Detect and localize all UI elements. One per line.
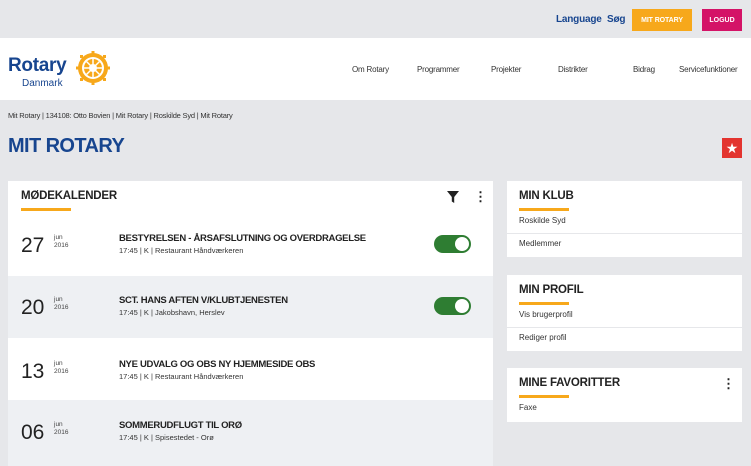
logo-name[interactable]: Rotary <box>8 55 67 77</box>
meeting-title[interactable]: SOMMERUDFLUGT TIL ORØ <box>119 420 242 431</box>
star-icon: ★ <box>725 139 739 156</box>
meeting-title[interactable]: NYE UDVALG OG OBS NY HJEMMESIDE OBS <box>119 359 315 370</box>
meeting-day: 13 <box>21 360 45 383</box>
meeting-title[interactable]: BESTYRELSEN - ÅRSAFSLUTNING OG OVERDRAGE… <box>119 233 366 244</box>
meeting-row[interactable]: 20 jun 2016 SCT. HANS AFTEN V/KLUBTJENES… <box>8 276 493 338</box>
edit-profile-link[interactable]: Rediger profil <box>519 333 567 342</box>
logo-subtitle: Danmark <box>22 78 63 89</box>
meeting-day: 06 <box>21 421 45 444</box>
min-profil-title: MIN PROFIL <box>519 284 584 296</box>
view-profile-link[interactable]: Vis brugerprofil <box>519 310 573 319</box>
nav-programmer[interactable]: Programmer <box>417 65 460 74</box>
logout-button[interactable]: LOGUD <box>702 9 742 31</box>
more-options-icon[interactable]: ⋮ <box>474 190 487 203</box>
meeting-month: jun <box>54 360 63 367</box>
meeting-year: 2016 <box>54 242 69 249</box>
mine-favoritter-card: MINE FAVORITTER ⋮ Faxe <box>507 368 742 422</box>
meeting-meta: 17:45 | K | Restaurant Håndværkeren <box>119 372 244 381</box>
meeting-year: 2016 <box>54 368 69 375</box>
title-underline <box>519 208 569 211</box>
divider <box>507 327 742 328</box>
attendance-toggle[interactable] <box>434 235 471 253</box>
mine-favoritter-title: MINE FAVORITTER <box>519 377 620 389</box>
nav-distrikter[interactable]: Distrikter <box>558 65 588 74</box>
mit-rotary-button[interactable]: MIT ROTARY <box>632 9 692 31</box>
meeting-day: 27 <box>21 234 45 257</box>
meeting-row[interactable]: 13 jun 2016 NYE UDVALG OG OBS NY HJEMMES… <box>8 338 493 400</box>
breadcrumb[interactable]: Mit Rotary | 134108: Otto Bovien | Mit R… <box>8 111 233 120</box>
page-title: MIT ROTARY <box>8 135 125 157</box>
language-link[interactable]: Language <box>556 14 602 25</box>
search-link[interactable]: Søg <box>607 14 626 25</box>
nav-servicefunktioner[interactable]: Servicefunktioner <box>679 65 738 74</box>
main-header: Rotary Danmark Om Rotary Programmer Proj… <box>0 38 751 100</box>
meeting-calendar-title: MØDEKALENDER <box>21 190 117 202</box>
meeting-year: 2016 <box>54 304 69 311</box>
top-utility-bar: Language Søg MIT ROTARY LOGUD <box>0 0 751 38</box>
meeting-month: jun <box>54 234 63 241</box>
title-underline <box>519 302 569 305</box>
title-underline <box>21 208 71 211</box>
toggle-knob <box>455 299 469 313</box>
main-content: Mit Rotary | 134108: Otto Bovien | Mit R… <box>0 100 751 466</box>
club-link[interactable]: Roskilde Syd <box>519 216 566 225</box>
more-options-icon[interactable]: ⋮ <box>722 377 735 390</box>
meeting-meta: 17:45 | K | Jakobshavn, Herslev <box>119 308 225 317</box>
favorite-button[interactable]: ★ <box>722 138 742 158</box>
meeting-meta: 17:45 | K | Restaurant Håndværkeren <box>119 246 244 255</box>
meeting-meta: 17:45 | K | Spisestedet - Orø <box>119 433 214 442</box>
nav-bidrag[interactable]: Bidrag <box>633 65 655 74</box>
divider <box>507 233 742 234</box>
meeting-title[interactable]: SCT. HANS AFTEN V/KLUBTJENESTEN <box>119 295 288 306</box>
meeting-month: jun <box>54 296 63 303</box>
meeting-calendar-panel: MØDEKALENDER ⋮ 27 jun 2016 BESTYRELSEN -… <box>8 181 493 466</box>
min-profil-card: MIN PROFIL Vis brugerprofil Rediger prof… <box>507 275 742 351</box>
meeting-year: 2016 <box>54 429 69 436</box>
min-klub-card: MIN KLUB Roskilde Syd Medlemmer <box>507 181 742 257</box>
meeting-month: jun <box>54 421 63 428</box>
nav-projekter[interactable]: Projekter <box>491 65 521 74</box>
attendance-toggle[interactable] <box>434 297 471 315</box>
favorite-link[interactable]: Faxe <box>519 403 537 412</box>
rotary-wheel-icon[interactable] <box>75 50 111 86</box>
nav-om-rotary[interactable]: Om Rotary <box>352 65 389 74</box>
meeting-day: 20 <box>21 296 45 319</box>
min-klub-title: MIN KLUB <box>519 190 574 202</box>
toggle-knob <box>455 237 469 251</box>
filter-icon[interactable] <box>446 190 460 204</box>
meeting-row[interactable]: 27 jun 2016 BESTYRELSEN - ÅRSAFSLUTNING … <box>8 214 493 276</box>
members-link[interactable]: Medlemmer <box>519 239 561 248</box>
title-underline <box>519 395 569 398</box>
meeting-row[interactable]: 06 jun 2016 SOMMERUDFLUGT TIL ORØ 17:45 … <box>8 400 493 466</box>
